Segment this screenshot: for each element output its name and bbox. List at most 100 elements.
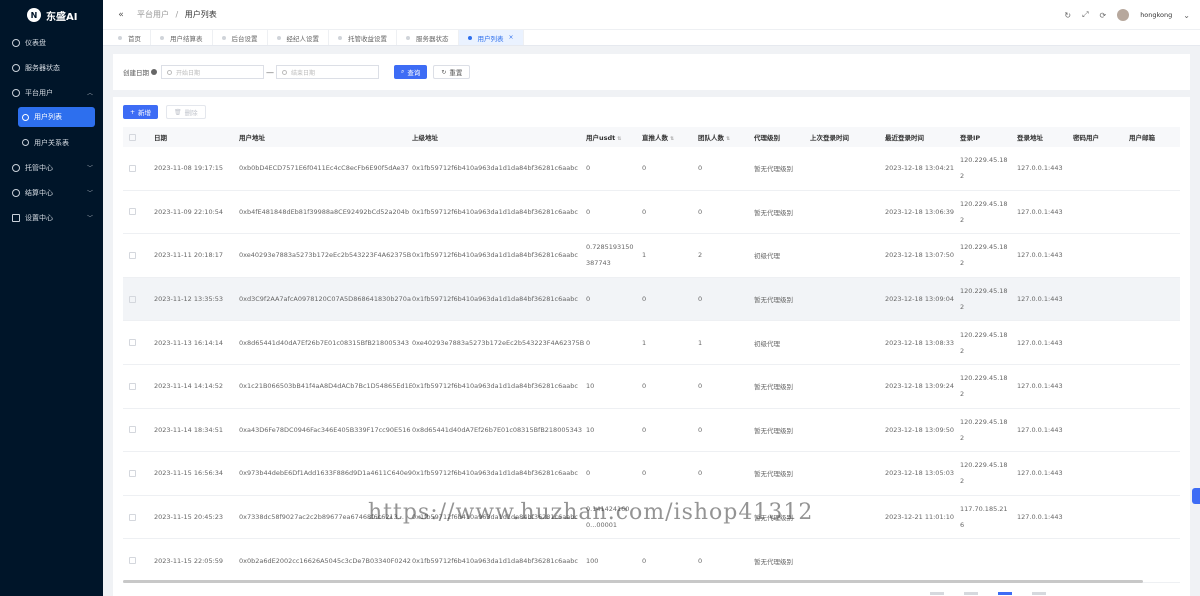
- sidebar-menu: 仪表盘 服务器状态 平台用户 ︿ 用户列表 用户关系表 托管中心 ﹀ 结算中心 …: [0, 30, 103, 230]
- cell-user-address: 0x1c21B066503bB41f4aA8D4dACb7Bc1D54865Ed…: [239, 382, 412, 391]
- cell-user-address: 0xe40293e7883a5273b172eEc2b543223F4A6237…: [239, 251, 412, 260]
- start-date-input[interactable]: 开始日期: [161, 65, 264, 79]
- dashboard-icon: [12, 38, 20, 47]
- sort-icon[interactable]: ⇅: [726, 136, 730, 142]
- tab-admin-settings[interactable]: 后台设置: [213, 30, 268, 45]
- reload-icon[interactable]: ⟳: [1099, 11, 1106, 20]
- sort-icon[interactable]: ⇅: [617, 136, 621, 142]
- select-all-checkbox[interactable]: [129, 133, 136, 141]
- table-row[interactable]: 2023-11-13 16:14:14 0x8d65441d40dA7Ef26b7…: [123, 321, 1180, 365]
- username[interactable]: hongkong: [1140, 11, 1172, 19]
- watermark-text: https://www.huzhan.com/ishop41312: [368, 500, 814, 525]
- row-checkbox[interactable]: [129, 557, 136, 565]
- cell-usdt: 100: [586, 556, 599, 565]
- sort-icon[interactable]: ⇅: [670, 136, 674, 142]
- cell-recent-login: 2023-12-21 11:01:10: [885, 513, 955, 522]
- pagination-item[interactable]: [964, 592, 978, 595]
- table-row[interactable]: 2023-11-14 14:14:52 0x1c21B066503bB41f4aA…: [123, 365, 1180, 409]
- table-row[interactable]: 2023-11-14 18:34:51 0xa43D6Fe78DC0946Fac3…: [123, 409, 1180, 453]
- cell-date: 2023-11-15 20:45:23: [154, 513, 224, 522]
- table-row[interactable]: 2023-11-15 22:05:59 0x0b2a6dE2002cc16626A…: [123, 539, 1180, 583]
- plus-icon: +: [130, 108, 136, 116]
- row-checkbox[interactable]: [129, 513, 136, 521]
- horizontal-scrollbar[interactable]: [123, 580, 1143, 583]
- row-checkbox[interactable]: [129, 469, 136, 477]
- app-logo[interactable]: N 东盛AI: [0, 0, 103, 30]
- table-row[interactable]: 2023-11-12 13:35:53 0xd3C9f2AA7afcA097812…: [123, 277, 1180, 322]
- row-checkbox[interactable]: [129, 251, 136, 259]
- table-row[interactable]: 2023-11-08 19:17:15 0xb0bD4ECD7571E6f0411…: [123, 147, 1180, 191]
- cell-usdt: 0: [586, 164, 591, 173]
- tab-server-status[interactable]: 服务器状态: [397, 30, 459, 45]
- col-header-login-ip: 登录IP: [960, 134, 981, 142]
- tab-user-list[interactable]: 用户列表 ×: [458, 30, 524, 45]
- sidebar-item-user-list[interactable]: 用户列表: [18, 107, 95, 127]
- cell-agent-level: 暂无代理级别: [754, 208, 793, 217]
- cell-login-address: 127.0.0.1:443: [1017, 382, 1063, 391]
- sidebar-item-server-status[interactable]: 服务器状态: [0, 55, 103, 80]
- end-date-input[interactable]: 结束日期: [276, 65, 379, 79]
- sidebar-item-label: 服务器状态: [25, 63, 60, 72]
- cell-parent-address: 0x1fb59712f6b410a963da1d1da84bf36281c6aa…: [412, 251, 578, 260]
- tab-broker-settings[interactable]: 经纪人设置: [268, 30, 329, 45]
- breadcrumb-item[interactable]: 平台用户: [137, 10, 169, 19]
- tab-dot-icon: [406, 35, 410, 40]
- user-menu-caret-icon[interactable]: ⌄: [1183, 11, 1190, 20]
- cell-agent-level: 暂无代理级别: [754, 296, 793, 305]
- sidebar-item-label: 托管中心: [25, 163, 53, 172]
- col-header-direct-count[interactable]: 直推人数 ⇅: [642, 132, 698, 142]
- collapse-sidebar-icon[interactable]: «: [109, 10, 133, 20]
- tab-dot-icon: [221, 35, 226, 40]
- sidebar-item-dashboard[interactable]: 仪表盘: [0, 30, 103, 55]
- pagination-item[interactable]: [1032, 592, 1046, 595]
- row-checkbox[interactable]: [129, 426, 136, 434]
- row-checkbox[interactable]: [129, 339, 136, 347]
- floating-side-button[interactable]: [1192, 488, 1200, 504]
- row-checkbox[interactable]: [129, 208, 136, 216]
- delete-button[interactable]: 🗑 删除: [166, 105, 206, 119]
- cell-direct-count: 1: [642, 338, 647, 347]
- cell-agent-level: 暂无代理级别: [754, 383, 793, 392]
- cell-recent-login: 2023-12-18 13:05:03: [885, 469, 955, 478]
- sidebar-item-settlement-center[interactable]: 结算中心 ﹀: [0, 180, 103, 205]
- cell-user-address: 0xd3C9f2AA7afcA0978120C07A5D868641830b27…: [239, 295, 411, 304]
- sidebar-item-custody-center[interactable]: 托管中心 ﹀: [0, 155, 103, 180]
- row-checkbox[interactable]: [129, 295, 136, 303]
- sidebar-item-label: 设置中心: [25, 213, 53, 222]
- pagination-item-active[interactable]: [998, 592, 1012, 595]
- cell-usdt: 0: [586, 295, 591, 304]
- help-icon[interactable]: [151, 69, 157, 75]
- avatar[interactable]: [1117, 9, 1130, 21]
- sidebar-item-user-relations[interactable]: 用户关系表: [0, 130, 103, 155]
- cell-date: 2023-11-08 19:17:15: [154, 164, 224, 173]
- tab-dot-icon: [118, 35, 122, 40]
- fullscreen-icon[interactable]: ⤢: [1082, 10, 1088, 20]
- reset-button[interactable]: ↻ 重置: [433, 65, 471, 79]
- edit-icon: [12, 213, 20, 222]
- cell-date: 2023-11-14 14:14:52: [154, 382, 224, 391]
- col-header-team-count[interactable]: 团队人数 ⇅: [698, 132, 754, 142]
- tab-home[interactable]: 首页: [109, 30, 151, 45]
- cell-user-address: 0x973b44debE6Df1Add1633F886d9D1a4611C640…: [239, 469, 412, 478]
- cell-recent-login: 2023-12-18 13:06:39: [885, 207, 955, 216]
- tab-user-settlement[interactable]: 用户结算表: [151, 30, 213, 45]
- sidebar-item-settings-center[interactable]: 设置中心 ﹀: [0, 205, 103, 230]
- sidebar-item-platform-users[interactable]: 平台用户 ︿: [0, 80, 103, 105]
- row-checkbox[interactable]: [129, 382, 136, 390]
- refresh-icon[interactable]: ↻: [1064, 11, 1071, 20]
- table-row[interactable]: 2023-11-11 20:18:17 0xe40293e7883a5273b17…: [123, 234, 1180, 278]
- query-button[interactable]: ⌕ 查询: [394, 65, 428, 79]
- row-checkbox[interactable]: [129, 164, 136, 172]
- cell-parent-address: 0x1fb59712f6b410a963da1d1da84bf36281c6aa…: [412, 164, 578, 173]
- cell-team-count: 1: [698, 338, 703, 347]
- table-row[interactable]: 2023-11-09 22:10:54 0xb4fE481848dEb81f399…: [123, 191, 1180, 235]
- close-icon[interactable]: ×: [509, 34, 514, 41]
- add-button[interactable]: + 新增: [123, 105, 159, 119]
- tab-custody-income[interactable]: 托管收益设置: [329, 30, 397, 45]
- col-header-usdt[interactable]: 用户usdt ⇅: [586, 132, 642, 142]
- col-header-user-address: 用户地址: [239, 134, 265, 142]
- table-row[interactable]: 2023-11-15 16:56:34 0x973b44debE6Df1Add16…: [123, 452, 1180, 496]
- cell-date: 2023-11-09 22:10:54: [154, 207, 224, 216]
- cell-team-count: 2: [698, 251, 703, 260]
- pagination-item[interactable]: [930, 592, 944, 595]
